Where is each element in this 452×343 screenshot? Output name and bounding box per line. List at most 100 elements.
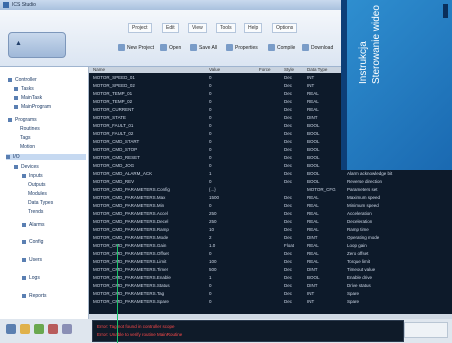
banner-line-1: Instrukcja <box>358 41 369 84</box>
start-icon[interactable] <box>6 324 16 334</box>
tree-item[interactable]: Programs <box>8 117 37 123</box>
tab-options[interactable]: Options <box>272 23 298 33</box>
col-header-force[interactable]: Force <box>259 67 271 72</box>
cell-datatype: REAL <box>307 107 319 112</box>
app-logo[interactable]: ▲ <box>8 32 66 58</box>
cell-description: Loop gain <box>347 243 367 248</box>
tree-item-selected[interactable]: I/O <box>6 154 86 160</box>
save-all-button[interactable]: Save All <box>190 44 217 51</box>
tree-label: Trends <box>28 209 44 215</box>
download-button[interactable]: Download <box>302 44 333 51</box>
node-icon <box>22 275 26 280</box>
new-project-icon <box>118 44 125 51</box>
table-row[interactable]: MOTOR_CMD_PARAMETERS.Offset 0 Dec REAL Zero … <box>89 250 452 258</box>
table-row[interactable]: MOTOR_CMD_PARAMETERS.Accel 250 Dec REAL Acce… <box>89 210 452 218</box>
table-row[interactable]: MOTOR_CMD_PARAMETERS.Max 1500 Dec REAL Maxim… <box>89 194 452 202</box>
table-row[interactable]: MOTOR_CMD_PARAMETERS.Gain 1.0 Float REAL Loo… <box>89 242 452 250</box>
col-header-datatype[interactable]: Data Type <box>307 67 327 72</box>
tree-item[interactable]: MainTask <box>14 95 42 101</box>
cell-value: 500 <box>209 267 217 272</box>
cell-datatype: BOOL <box>307 171 320 176</box>
system-tray[interactable] <box>404 322 448 338</box>
tab-project[interactable]: Project <box>128 23 152 33</box>
folder-icon[interactable] <box>20 324 30 334</box>
tree-item[interactable]: Routines <box>20 126 40 132</box>
tree-item[interactable]: Data Types <box>28 200 53 206</box>
cell-datatype: BOOL <box>307 131 320 136</box>
tool-icon[interactable] <box>48 324 58 334</box>
settings-icon[interactable] <box>62 324 72 334</box>
app-icon[interactable] <box>34 324 44 334</box>
cell-name: MOTOR_CMD_PARAMETERS.Config <box>93 187 170 192</box>
tree-item[interactable]: MainProgram <box>14 104 51 110</box>
cell-name: MOTOR_CMD_JOG <box>93 163 135 168</box>
tree-item[interactable]: Users <box>22 257 42 263</box>
tree-label: Routines <box>20 126 40 132</box>
banner-marker <box>443 4 448 18</box>
cell-datatype: BOOL <box>307 275 320 280</box>
cell-datatype: DINT <box>307 235 318 240</box>
cell-datatype: REAL <box>307 91 319 96</box>
tree-item[interactable]: Tags <box>20 135 31 141</box>
table-row[interactable]: MOTOR_CMD_PARAMETERS.Limit 100 Dec REAL Torq… <box>89 258 452 266</box>
compile-button[interactable]: Compile <box>268 44 295 51</box>
tab-edit[interactable]: Edit <box>162 23 179 33</box>
new-project-label: New Project <box>127 44 154 51</box>
table-row[interactable]: MOTOR_CMD_PARAMETERS.Ramp 10 Dec REAL Ramp t… <box>89 226 452 234</box>
node-icon <box>22 239 26 244</box>
table-row[interactable]: MOTOR_CMD_PARAMETERS.Config {...} MOTOR_CF… <box>89 186 452 194</box>
table-row[interactable]: MOTOR_CMD_PARAMETERS.Min 0 Dec REAL Minimum … <box>89 202 452 210</box>
tree-item[interactable]: Tasks <box>14 86 34 92</box>
node-icon <box>8 117 12 122</box>
cell-datatype: INT <box>307 75 315 80</box>
table-row[interactable]: MOTOR_CMD_PARAMETERS.Timer 500 Dec DINT Time… <box>89 266 452 274</box>
tree-item[interactable]: Reports <box>22 293 47 299</box>
table-row[interactable]: MOTOR_CMD_PARAMETERS.Enable 1 Dec BOOL Enabl… <box>89 274 452 282</box>
col-header-name[interactable]: Name <box>93 67 105 72</box>
tree-item[interactable]: Logs <box>22 275 40 281</box>
table-row[interactable]: MOTOR_CMD_PARAMETERS.Tag 0 Dec INT Spare <box>89 290 452 298</box>
open-button[interactable]: Open <box>160 44 181 51</box>
tab-help[interactable]: Help <box>244 23 263 33</box>
cell-datatype: REAL <box>307 99 319 104</box>
node-icon <box>14 86 18 91</box>
cell-style: Dec <box>284 283 293 288</box>
cell-style: Dec <box>284 219 293 224</box>
cell-name: MOTOR_STATE <box>93 115 127 120</box>
tab-tools[interactable]: Tools <box>216 23 236 33</box>
node-icon <box>14 95 18 100</box>
cell-name: MOTOR_CMD_PARAMETERS.Limit <box>93 259 167 264</box>
table-row[interactable]: MOTOR_CMD_PARAMETERS.Decel 250 Dec REAL Dece… <box>89 218 452 226</box>
cell-style: Dec <box>284 83 293 88</box>
new-project-button[interactable]: New Project <box>118 44 154 51</box>
tree-label: Tags <box>20 135 31 141</box>
cell-datatype: DINT <box>307 283 318 288</box>
tree-item[interactable]: Alarms <box>22 222 45 228</box>
table-row[interactable]: MOTOR_CMD_PARAMETERS.Status 0 Dec DINT Drive… <box>89 282 452 290</box>
node-icon <box>6 154 10 159</box>
cell-name: MOTOR_CMD_PARAMETERS.Accel <box>93 211 168 216</box>
table-row[interactable]: MOTOR_CMD_PARAMETERS.Mode 2 Dec DINT Operati… <box>89 234 452 242</box>
cell-style: Dec <box>284 275 293 280</box>
properties-button[interactable]: Properties <box>226 44 258 51</box>
table-row[interactable]: MOTOR_CMD_REV 0 Dec BOOL Reverse direction <box>89 178 452 186</box>
folder-icon <box>160 44 167 51</box>
tree-item[interactable]: Inputs <box>22 173 43 179</box>
tree-item[interactable]: Controller <box>8 77 37 83</box>
tree-item[interactable]: Outputs <box>28 182 46 188</box>
tree-item[interactable]: Modules <box>28 191 47 197</box>
col-header-style[interactable]: Style <box>284 67 294 72</box>
cell-description: Reverse direction <box>347 179 383 184</box>
tree-label: Alarms <box>29 222 45 228</box>
tab-view[interactable]: View <box>188 23 207 33</box>
tree-item[interactable]: Devices <box>14 164 39 170</box>
tree-item[interactable]: Motion <box>20 144 35 150</box>
cell-datatype: REAL <box>307 243 319 248</box>
cell-value: 0 <box>209 91 212 96</box>
col-header-value[interactable]: Value <box>209 67 220 72</box>
table-row[interactable]: MOTOR_CMD_PARAMETERS.Spare 0 Dec INT Spare <box>89 298 452 306</box>
tree-item[interactable]: Config <box>22 239 43 245</box>
cell-style: Dec <box>284 99 293 104</box>
tree-item[interactable]: Trends <box>28 209 43 215</box>
table-row[interactable]: MOTOR_CMD_ALARM_ACK 1 Dec BOOL Alarm acknowl… <box>89 170 452 178</box>
